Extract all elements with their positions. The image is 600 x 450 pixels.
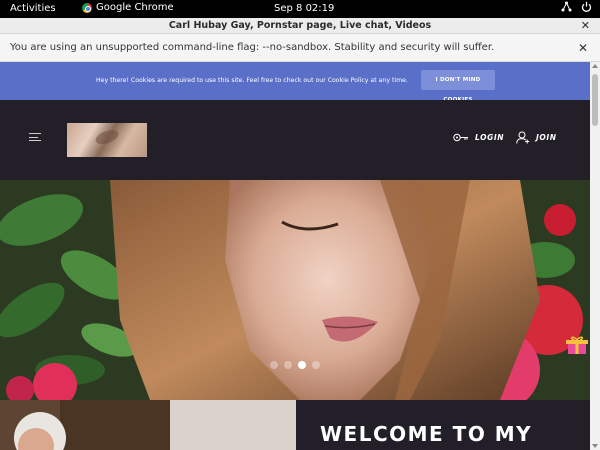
profile-photo <box>0 400 296 450</box>
site-header: LOGIN JOIN <box>0 100 590 180</box>
window-title: Carl Hubay Gay, Pornstar page, Live chat… <box>168 20 432 31</box>
scroll-thumb[interactable] <box>592 74 598 126</box>
slider-dot[interactable] <box>312 361 320 369</box>
slider-dot[interactable] <box>270 361 278 369</box>
login-label: LOGIN <box>475 133 505 142</box>
window-title-bar: Carl Hubay Gay, Pornstar page, Live chat… <box>0 18 600 34</box>
system-tray[interactable] <box>561 1 592 15</box>
site-logo[interactable] <box>67 123 147 157</box>
slider-dot[interactable] <box>284 361 292 369</box>
app-menu[interactable]: Google Chrome <box>82 2 174 13</box>
welcome-section: WELCOME TO MY <box>296 400 590 450</box>
welcome-heading: WELCOME TO MY <box>320 422 533 446</box>
activities-button[interactable]: Activities <box>10 3 56 14</box>
cookie-message: Hey there! Cookies are required to use t… <box>96 77 408 84</box>
slider-dots <box>270 361 320 369</box>
page-scrollbar[interactable] <box>590 62 600 450</box>
scroll-up-arrow[interactable] <box>592 64 598 68</box>
join-label: JOIN <box>536 133 557 142</box>
key-icon <box>453 133 468 142</box>
gift-icon[interactable] <box>566 336 588 354</box>
login-link[interactable]: LOGIN <box>453 133 504 142</box>
scroll-down-arrow[interactable] <box>592 444 598 448</box>
infobar-close-button[interactable]: ✕ <box>578 34 588 62</box>
chrome-icon <box>82 2 92 13</box>
cookie-banner: Hey there! Cookies are required to use t… <box>0 62 590 103</box>
hero-slider[interactable] <box>0 180 590 400</box>
clock[interactable]: Sep 8 02:19 <box>274 3 334 14</box>
slider-dot-active[interactable] <box>298 361 306 369</box>
system-top-bar: Activities Google Chrome Sep 8 02:19 <box>0 0 600 18</box>
web-page: Hey there! Cookies are required to use t… <box>0 62 590 450</box>
power-icon <box>581 1 592 15</box>
network-icon <box>561 1 572 15</box>
app-name: Google Chrome <box>96 2 174 13</box>
window-close-button[interactable]: ✕ <box>581 18 590 33</box>
infobar-message: You are using an unsupported command-lin… <box>10 42 495 53</box>
join-link[interactable]: JOIN <box>516 131 557 144</box>
add-user-icon <box>516 131 530 144</box>
menu-icon[interactable] <box>29 133 41 143</box>
accept-cookies-button[interactable]: I DON'T MIND COOKIES <box>421 70 495 103</box>
unsupported-flag-infobar: You are using an unsupported command-lin… <box>0 34 600 62</box>
